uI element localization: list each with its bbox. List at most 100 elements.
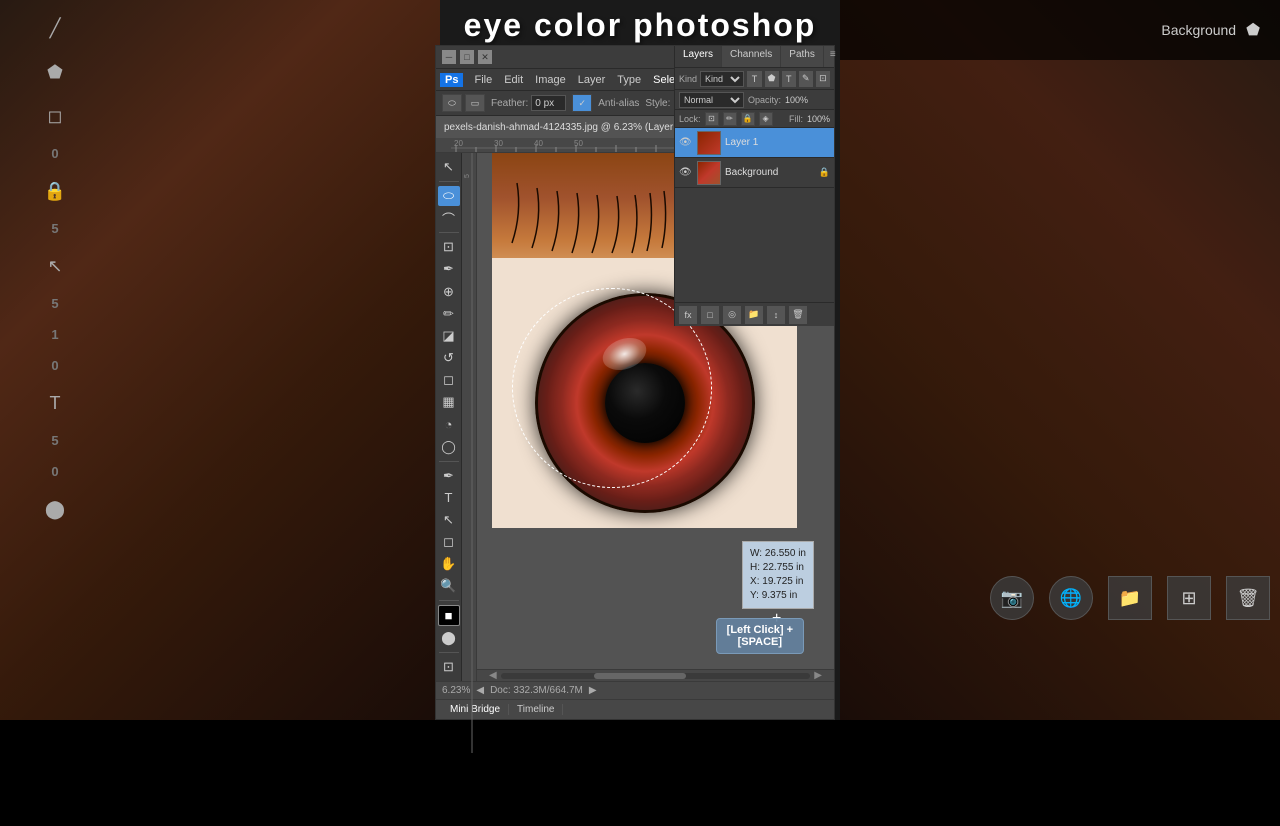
healing-brush-tool[interactable]: ⊕ [438,282,460,302]
toolbar: ↖ ⬭ ⌒ ⊡ ✒ ⊕ ✏ ◪ ↺ ◻ ▦ ◔ ◯ ✒ T ↖ ◻ ✋ [436,153,462,681]
separator-4 [439,600,459,601]
shape-tool[interactable]: ◻ [438,532,460,552]
blur-tool[interactable]: ◔ [438,414,460,434]
iris-container [535,293,755,513]
info-y: Y: 9.375 in [750,589,806,603]
background-label: Background [1161,22,1236,38]
eraser-icon: ◻ [37,98,73,134]
camera-icon: 📷 [990,576,1034,620]
right-side-decorative: Background ⬟ 📷 🌐 📁 ⊞ 🗑 [840,0,1280,720]
screen-mode[interactable]: ⊡ [438,657,460,677]
right-top-bar: Background ⬟ [840,0,1280,60]
lock-icon-side: 🔒 [37,173,73,209]
app-container: ╱ ⬟ ◻ 0 🔒 5 ↖ 5 1 0 T 5 0 ⬤ Background ⬟… [0,0,1280,720]
side-number-1: 1 [51,327,58,342]
lasso-tool[interactable]: ⌒ [438,208,460,228]
layer-item-background[interactable]: 👁 Background 🔒 [675,158,834,188]
history-brush-tool[interactable]: ↺ [438,348,460,368]
background-name: Background [725,167,815,178]
menu-edit[interactable]: Edit [499,72,528,88]
style-label: Style: [645,98,670,109]
layers-footer: fx □ ◎ 📁 ↕ 🗑 [675,302,834,326]
menu-layer[interactable]: Layer [573,72,611,88]
feather-group: Feather: [491,95,566,111]
menu-file[interactable]: File [469,72,497,88]
delete-layer-btn[interactable]: 🗑 [789,306,807,324]
add-mask-btn[interactable]: □ [701,306,719,324]
scroll-arrow-left[interactable]: ◀ [489,670,497,681]
antialias-checkbox[interactable]: ✓ [572,94,592,112]
separator-5 [439,652,459,653]
close-button[interactable]: ✕ [478,50,492,64]
new-group-btn[interactable]: 📁 [745,306,763,324]
ellipse-tool-option[interactable]: ⬭ [442,94,462,112]
rect-tool-option[interactable]: ▭ [465,94,485,112]
left-side-decorative: ╱ ⬟ ◻ 0 🔒 5 ↖ 5 1 0 T 5 0 ⬤ [0,0,110,720]
feather-label: Feather: [491,98,528,109]
eyedropper-tool[interactable]: ✒ [438,259,460,279]
zoom-tool[interactable]: 🔍 [438,576,460,596]
info-h: H: 22.755 in [750,561,806,575]
ruler-vertical: 5 [462,153,477,681]
tab-timeline[interactable]: Timeline [509,704,563,715]
pencil-icon: ╱ [37,10,73,46]
right-bottom-icons: 📷 🌐 📁 ⊞ 🗑 [990,576,1270,620]
leftclick-line1: [Left Click] + [727,624,793,636]
minimize-button[interactable]: ─ [442,50,456,64]
maximize-button[interactable]: □ [460,50,474,64]
left-click-tooltip: [Left Click] + [SPACE] [716,618,804,654]
menu-image[interactable]: Image [530,72,571,88]
side-number-5-2: 5 [51,296,58,311]
status-bar: 6.23% ◀ Doc: 332.3M/664.7M ▶ [436,681,834,699]
quick-mask[interactable]: ⬤ [438,628,460,648]
iris [535,293,755,513]
stamp-icon: ⬟ [37,54,73,90]
type-tool[interactable]: T [438,488,460,508]
separator-3 [439,461,459,462]
circle-tool-side: ⬤ [37,491,73,527]
new-layer-btn[interactable]: ↕ [767,306,785,324]
arrow-icon-side: ↖ [37,248,73,284]
side-number-5-1: 5 [51,221,58,236]
layer-1-thumbnail [697,153,721,155]
background-visibility[interactable]: 👁 [679,167,693,178]
clone-stamp-tool[interactable]: ◪ [438,326,460,346]
menu-type[interactable]: Type [612,72,646,88]
layers-panel: Layers Channels Paths ≡ Kind Kind T ⬟ T … [674,153,834,326]
photoshop-window: ─ □ ✕ Ps File Edit Image Layer Type Sele… [435,45,835,720]
scrollbar-thumb[interactable] [594,673,687,679]
crop-tool[interactable]: ⊡ [438,237,460,257]
foreground-color[interactable]: ■ [438,605,460,625]
svg-text:30: 30 [494,139,503,148]
elliptical-marquee-tool[interactable]: ⬭ [438,186,460,206]
content-area: ↖ ⬭ ⌒ ⊡ ✒ ⊕ ✏ ◪ ↺ ◻ ▦ ◔ ◯ ✒ T ↖ ◻ ✋ [436,153,834,681]
add-effect-btn[interactable]: fx [679,306,697,324]
nav-arrow-1[interactable]: ◀ [476,685,484,696]
feather-input[interactable] [531,95,566,111]
move-tool[interactable]: ↖ [438,157,460,177]
svg-text:5: 5 [464,174,471,178]
nav-arrow-2[interactable]: ▶ [589,685,597,696]
side-number-5-3: 5 [51,433,58,448]
scrollbar-horizontal[interactable]: ◀ ▶ [477,669,834,681]
grid-icon: ⊞ [1167,576,1211,620]
brush-tool[interactable]: ✏ [438,304,460,324]
trash-icon: 🗑 [1226,576,1270,620]
hand-tool[interactable]: ✋ [438,554,460,574]
background-thumbnail [697,161,721,185]
pen-tool[interactable]: ✒ [438,466,460,486]
scroll-arrow-right[interactable]: ▶ [814,670,822,681]
gradient-tool[interactable]: ▦ [438,392,460,412]
page-title: eye color photoshop [464,7,817,44]
info-tooltip: W: 26.550 in H: 22.755 in X: 19.725 in Y… [742,541,814,609]
pupil [605,363,685,443]
scrollbar-track[interactable] [501,673,811,679]
info-w: W: 26.550 in [750,547,806,561]
doc-size: Doc: 332.3M/664.7M [490,685,583,696]
window-controls: ─ □ ✕ [442,50,492,64]
dodge-tool[interactable]: ◯ [438,437,460,457]
eraser-tool[interactable]: ◻ [438,370,460,390]
selection-tool[interactable]: ↖ [438,510,460,530]
separator-2 [439,232,459,233]
add-adjustment-btn[interactable]: ◎ [723,306,741,324]
